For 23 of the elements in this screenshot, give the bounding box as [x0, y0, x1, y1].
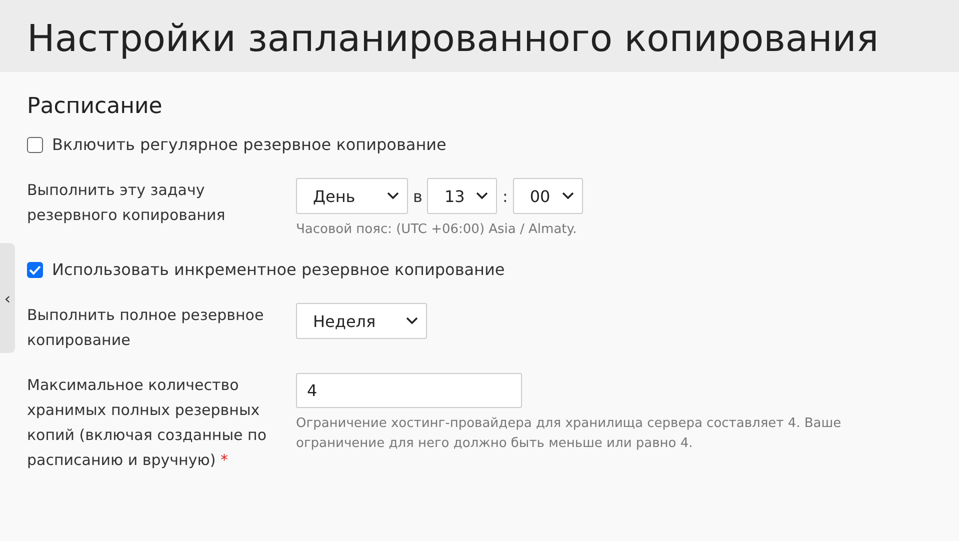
chevron-down-icon — [476, 192, 488, 200]
frequency-select[interactable]: Неделя — [296, 303, 427, 339]
hour-select[interactable]: 13 — [427, 178, 498, 214]
page-title: Настройки запланированного копирования — [27, 16, 879, 60]
sidebar-toggle[interactable]: ‹ — [0, 243, 15, 353]
minute-select[interactable]: 00 — [512, 178, 583, 214]
input-field[interactable]: 4 — [296, 373, 522, 408]
period-select[interactable]: День — [296, 178, 408, 214]
checkbox-label: Включить регулярное резервное копирование — [52, 135, 446, 154]
field-label: Максимальное количество хранимых полных резервных копий (включая созданные по расписанию и вручную) * — [27, 375, 268, 471]
at-label: в — [413, 186, 422, 206]
chevron-down-icon — [387, 192, 399, 200]
field-label: Выполнить полное резервное копирование — [27, 305, 265, 351]
time-separator: : — [502, 186, 508, 206]
checkbox[interactable] — [27, 136, 43, 152]
chevron-down-icon — [562, 192, 574, 200]
checkbox[interactable] — [27, 262, 43, 278]
chevron-down-icon — [406, 317, 418, 325]
timezone-hint: Часовой пояс: (UTC +06:00) Asia / Almaty. — [296, 221, 578, 239]
section-title: Расписание — [27, 94, 164, 119]
checkbox-label: Использовать инкрементное резервное копирование — [52, 260, 505, 279]
limit-hint: Ограничение хостинг-провайдера для хранилища сервера составляет 4. Ваше ограничение для него должно быть меньше или равно 4. — [296, 415, 842, 453]
field-label: Выполнить эту задачу резервного копирования — [27, 180, 226, 226]
